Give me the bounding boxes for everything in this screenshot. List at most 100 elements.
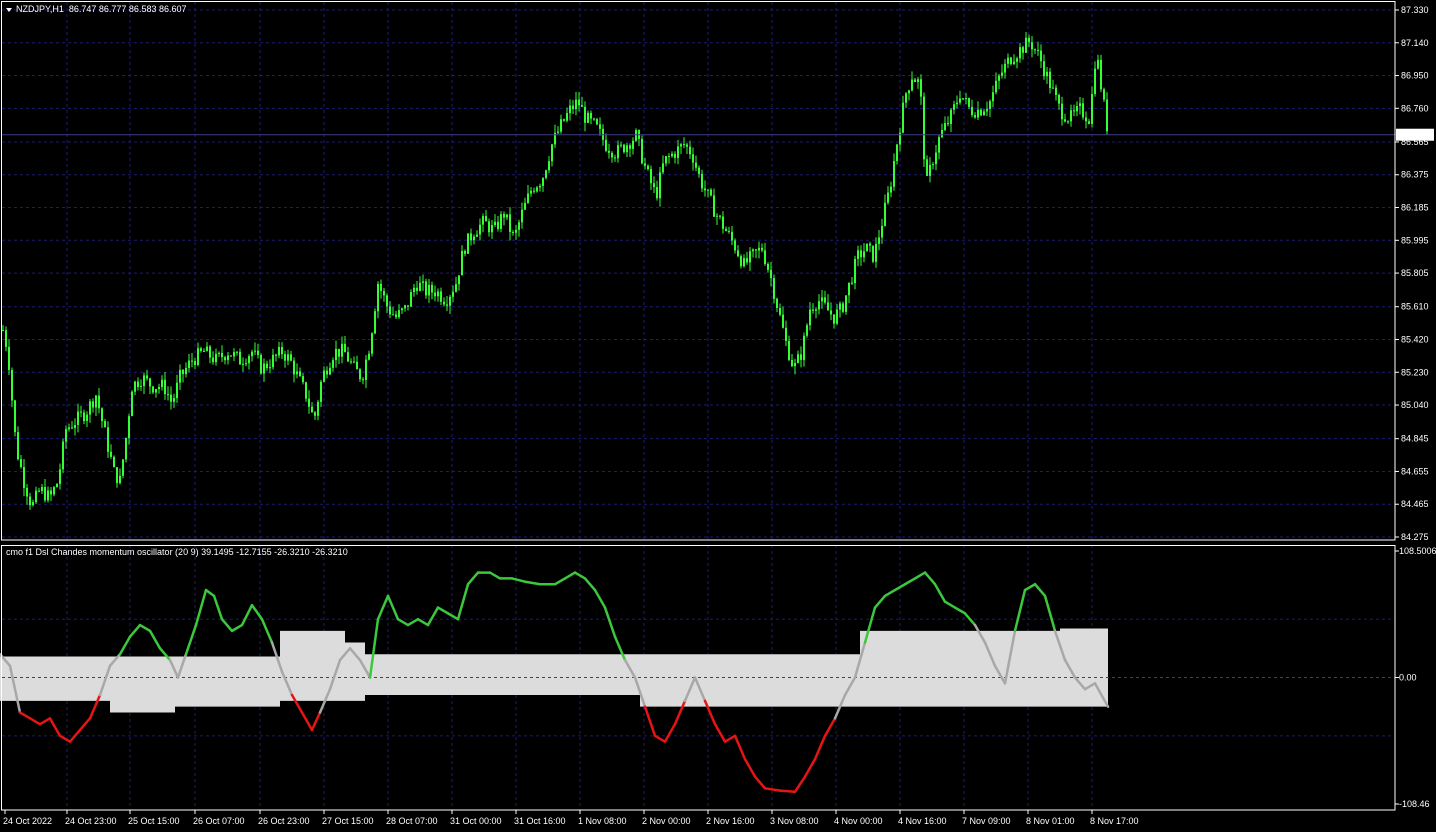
price-candle <box>698 165 700 178</box>
candle-body <box>86 414 88 422</box>
candle-body <box>809 309 811 326</box>
price-candle <box>833 314 835 329</box>
price-candle <box>350 358 352 365</box>
oscillator-segment <box>778 789 797 794</box>
price-candle <box>2 325 4 332</box>
price-candle <box>374 308 376 335</box>
oscillator-segment <box>653 734 667 743</box>
price-candle <box>851 276 853 285</box>
candle-body <box>878 237 880 244</box>
price-tick-label: 86.185 <box>1401 203 1429 213</box>
oscillator-segment <box>1013 588 1027 633</box>
price-axis[interactable]: 87.33087.14086.95086.76086.56586.37586.1… <box>1395 5 1429 542</box>
candle-body <box>1010 57 1012 65</box>
candle-body <box>860 250 862 258</box>
candle-body <box>212 357 214 363</box>
price-candle <box>767 262 769 273</box>
price-candle <box>329 362 331 376</box>
price-candle <box>377 281 379 319</box>
price-tick-label: 85.420 <box>1401 334 1429 344</box>
price-candle <box>944 116 946 132</box>
price-candle <box>854 255 856 290</box>
candle-body <box>542 178 544 186</box>
oscillator-segment <box>593 588 607 609</box>
price-candle <box>224 355 226 365</box>
candle-body <box>854 258 856 284</box>
price-candle <box>737 245 739 258</box>
candle-body <box>1082 103 1084 118</box>
price-candle <box>809 301 811 331</box>
price-tick-label: 87.330 <box>1401 5 1429 15</box>
price-candle <box>407 305 409 311</box>
price-candle <box>89 399 91 423</box>
oscillator-segment <box>563 571 577 580</box>
oscillator-segment <box>933 582 947 603</box>
candle-body <box>1016 58 1018 62</box>
price-candle <box>584 101 586 132</box>
candle-body <box>1001 72 1003 76</box>
candle-body <box>104 421 106 428</box>
candle-body <box>407 305 409 307</box>
price-candle <box>842 301 844 314</box>
price-candle <box>929 157 931 183</box>
indicator-axis[interactable]: 108.5006 0.00 -108.46 <box>1395 546 1436 809</box>
indicator-tick-label: -108.46 <box>1399 799 1430 809</box>
collapse-triangle-icon[interactable] <box>6 7 12 12</box>
candle-body <box>848 282 850 296</box>
price-candle <box>689 140 691 159</box>
candle-body <box>722 216 724 229</box>
price-candle <box>1091 86 1093 128</box>
price-candle <box>311 402 313 413</box>
time-tick-label: 31 Oct 00:00 <box>450 816 502 826</box>
candle-body <box>338 348 340 357</box>
price-candle <box>926 155 928 177</box>
price-candle <box>878 229 880 251</box>
price-candle <box>326 366 328 379</box>
candle-body <box>188 360 190 368</box>
candle-body <box>287 354 289 361</box>
price-candle <box>911 71 913 92</box>
candle-body <box>710 189 712 196</box>
price-candle <box>1106 92 1108 135</box>
candle-body <box>14 400 16 433</box>
candle-body <box>290 354 292 361</box>
candle-body <box>335 348 337 361</box>
price-candle <box>194 357 196 370</box>
candle-body <box>305 382 307 399</box>
chart-canvas[interactable]: 87.33087.14086.95086.76086.56586.37586.1… <box>0 0 1436 832</box>
price-candle <box>131 390 133 417</box>
candle-body <box>2 329 4 331</box>
candle-body <box>416 287 418 291</box>
candle-body <box>953 104 955 110</box>
candle-body <box>605 139 607 151</box>
price-candle <box>344 335 346 353</box>
oscillator-segment <box>753 775 767 790</box>
indicator-pane[interactable] <box>0 571 1395 794</box>
price-candle <box>719 214 721 220</box>
price-candle <box>971 99 973 118</box>
price-candle <box>713 188 715 217</box>
price-candle <box>197 342 199 367</box>
time-axis[interactable]: 24 Oct 2022 24 Oct 23:00 25 Oct 15:00 26 Oc… <box>3 810 1139 826</box>
candle-body <box>515 229 517 233</box>
price-candle <box>83 409 85 425</box>
candle-body <box>983 111 985 116</box>
time-tick-label: 2 Nov 00:00 <box>642 816 691 826</box>
price-candle <box>908 89 910 101</box>
time-tick-label: 3 Nov 08:00 <box>770 816 819 826</box>
candle-body <box>635 130 637 141</box>
price-candle <box>449 294 451 314</box>
oscillator-segment <box>803 757 817 778</box>
price-candle <box>242 357 244 372</box>
candle-body <box>734 240 736 251</box>
price-candle <box>554 124 556 148</box>
candle-body <box>401 308 403 311</box>
price-candle <box>1052 79 1054 89</box>
candle-body <box>644 163 646 166</box>
price-candle <box>200 346 202 353</box>
price-candle <box>704 180 706 197</box>
price-candle <box>965 92 967 105</box>
candle-body <box>53 487 55 495</box>
price-candle <box>674 151 676 164</box>
candle-body <box>218 352 220 354</box>
